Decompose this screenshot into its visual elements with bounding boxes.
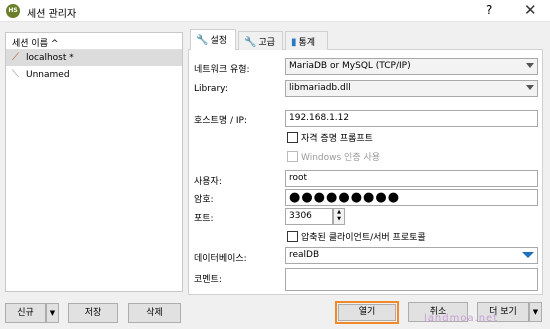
compressed-protocol-label: 압축된 클라이언트/서버 프로토콜 bbox=[301, 233, 426, 243]
wrench-icon: 🔧 bbox=[244, 37, 257, 48]
comment-label: 코멘트: bbox=[194, 275, 222, 285]
tree-item-label: Unnamed bbox=[26, 70, 70, 80]
tab-settings[interactable]: 🔧 설정 bbox=[190, 29, 236, 50]
user-label: 사용자: bbox=[194, 177, 222, 187]
windows-auth-label: Windows 인증 사용 bbox=[301, 153, 381, 163]
database-icon: ⟋ bbox=[12, 52, 19, 63]
title-bar: HS 세션 관리자 ? ✕ bbox=[0, 0, 550, 22]
database-select[interactable]: realDB bbox=[285, 247, 538, 264]
network-type-select[interactable]: MariaDB or MySQL (TCP/IP) bbox=[285, 58, 538, 75]
window-title: 세션 관리자 bbox=[27, 9, 77, 20]
delete-button[interactable]: 삭제 bbox=[128, 303, 181, 323]
chevron-down-icon[interactable]: ▼ bbox=[334, 216, 344, 223]
database-label: 데이터베이스: bbox=[194, 254, 247, 264]
network-type-label: 네트워크 유형: bbox=[194, 65, 250, 75]
watermark: landmoa.net bbox=[424, 313, 499, 324]
chevron-down-icon bbox=[526, 63, 534, 68]
wrench-icon: 🔧 bbox=[196, 35, 209, 46]
bar-chart-icon: ▮ bbox=[291, 37, 297, 48]
app-logo-icon: HS bbox=[6, 4, 20, 18]
windows-auth-checkbox[interactable] bbox=[287, 151, 298, 162]
open-button-highlight bbox=[335, 301, 399, 324]
tab-statistics[interactable]: ▮ 통계 bbox=[285, 31, 328, 50]
library-select[interactable]: libmariadb.dll bbox=[285, 80, 538, 97]
port-input[interactable]: 3306 bbox=[285, 208, 333, 225]
tree-item-label: localhost * bbox=[26, 53, 74, 63]
help-button[interactable]: ? bbox=[486, 3, 492, 17]
more-dropdown-icon[interactable]: ▼ bbox=[529, 302, 542, 322]
new-dropdown-icon[interactable]: ▼ bbox=[46, 303, 59, 323]
host-input[interactable]: 192.168.1.12 bbox=[285, 110, 538, 127]
tab-advanced[interactable]: 🔧 고급 bbox=[238, 31, 283, 50]
port-label: 포트: bbox=[194, 214, 214, 224]
tree-item-localhost[interactable]: ⟋ localhost * bbox=[6, 50, 182, 66]
database-icon: ⟍ bbox=[12, 69, 19, 80]
tree-column-header[interactable]: 세션 이름 ^ bbox=[6, 33, 182, 50]
close-button[interactable]: ✕ bbox=[524, 1, 537, 19]
password-input[interactable]: ●●●●●●●●● bbox=[285, 189, 538, 206]
chevron-down-icon bbox=[526, 85, 534, 90]
user-input[interactable]: root bbox=[285, 170, 538, 187]
credential-prompt-label: 자격 증명 프롬프트 bbox=[301, 134, 373, 144]
host-label: 호스트명 / IP: bbox=[194, 116, 247, 126]
tree-item-unnamed[interactable]: ⟍ Unnamed bbox=[6, 67, 182, 83]
chevron-down-icon bbox=[522, 252, 534, 258]
library-label: Library: bbox=[194, 84, 228, 94]
session-tree[interactable]: 세션 이름 ^ ⟋ localhost * ⟍ Unnamed bbox=[5, 32, 183, 292]
credential-prompt-checkbox[interactable] bbox=[287, 132, 298, 143]
password-label: 암호: bbox=[194, 195, 214, 205]
compressed-protocol-checkbox[interactable] bbox=[287, 231, 298, 242]
save-button[interactable]: 저장 bbox=[68, 303, 118, 323]
new-button[interactable]: 신규 bbox=[5, 303, 46, 323]
comment-textarea[interactable] bbox=[285, 268, 538, 291]
chevron-up-icon[interactable]: ▲ bbox=[334, 209, 344, 216]
port-stepper[interactable]: ▲ ▼ bbox=[333, 208, 345, 225]
